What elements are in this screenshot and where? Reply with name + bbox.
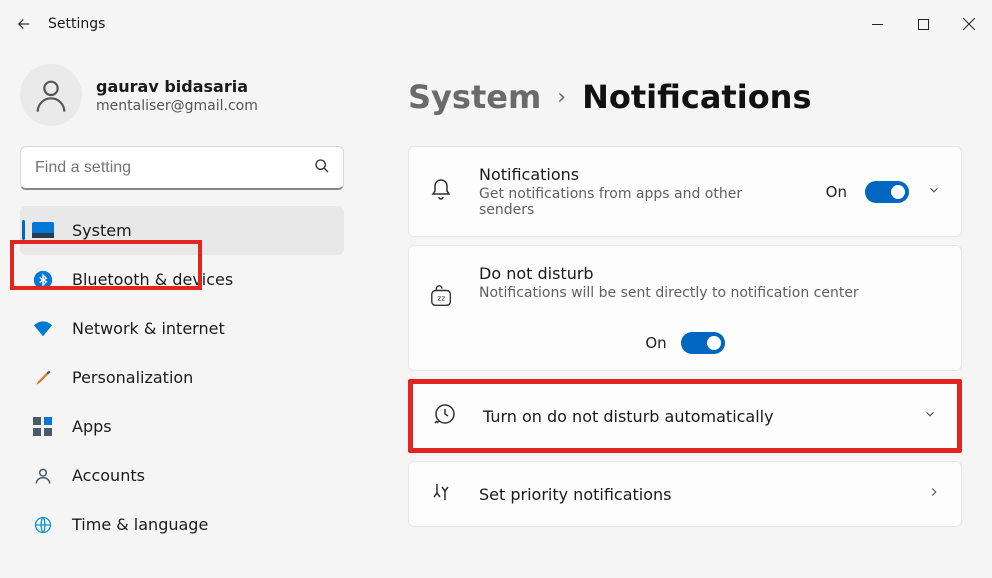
breadcrumb-current: Notifications [582, 78, 811, 116]
card-title: Do not disturb [479, 264, 941, 283]
paintbrush-icon [32, 367, 54, 389]
bell-icon [429, 178, 457, 206]
arrow-left-icon [15, 15, 33, 33]
sidebar-item-label: Apps [72, 417, 112, 436]
sidebar-item-network[interactable]: Network & internet [20, 304, 344, 353]
main-content: System › Notifications Notifications Get… [360, 48, 992, 578]
minimize-icon [872, 19, 883, 30]
close-button[interactable] [946, 8, 992, 40]
svg-text:zz: zz [437, 294, 445, 303]
maximize-button[interactable] [900, 8, 946, 40]
toggle-label: On [826, 183, 847, 201]
settings-card-priority[interactable]: Set priority notifications [408, 461, 962, 527]
notifications-toggle[interactable] [865, 181, 909, 203]
profile-email: mentaliser@gmail.com [96, 98, 258, 114]
globe-icon [32, 514, 54, 536]
breadcrumb: System › Notifications [408, 78, 962, 116]
dnd-toggle[interactable] [681, 332, 725, 354]
sidebar-item-personalization[interactable]: Personalization [20, 353, 344, 402]
chevron-right-icon: › [557, 85, 566, 110]
sidebar-item-label: Time & language [72, 515, 208, 534]
clock-icon [433, 402, 461, 430]
breadcrumb-parent[interactable]: System [408, 78, 541, 116]
apps-icon [32, 416, 54, 438]
profile-name: gaurav bidasaria [96, 77, 258, 96]
sidebar-item-accounts[interactable]: Accounts [20, 451, 344, 500]
chevron-down-icon[interactable] [923, 407, 937, 425]
search-box[interactable] [20, 146, 344, 190]
card-title: Notifications [479, 165, 826, 184]
sidebar-item-label: Bluetooth & devices [72, 270, 233, 289]
search-input[interactable] [20, 146, 344, 190]
card-title: Set priority notifications [479, 485, 927, 504]
sidebar-item-label: Accounts [72, 466, 145, 485]
search-icon [314, 158, 330, 178]
card-title: Turn on do not disturb automatically [483, 407, 923, 426]
maximize-icon [918, 19, 929, 30]
chevron-right-icon[interactable] [927, 485, 941, 503]
dnd-icon: zz [429, 284, 457, 314]
sidebar-item-label: Network & internet [72, 319, 225, 338]
chevron-down-icon[interactable] [927, 183, 941, 201]
close-icon [963, 18, 975, 30]
accounts-icon [32, 465, 54, 487]
settings-card-dnd[interactable]: zz Do not disturb Notifications will be … [408, 245, 962, 371]
sidebar-item-system[interactable]: System [20, 206, 344, 255]
card-subtitle: Get notifications from apps and other se… [479, 186, 779, 218]
priority-icon [429, 480, 457, 508]
settings-card-dnd-auto[interactable]: Turn on do not disturb automatically [408, 379, 962, 453]
sidebar: gaurav bidasaria mentaliser@gmail.com Sy… [0, 48, 360, 578]
bluetooth-icon [32, 269, 54, 291]
wifi-icon [32, 318, 54, 340]
sidebar-item-label: System [72, 221, 132, 240]
avatar [20, 64, 82, 126]
settings-card-notifications[interactable]: Notifications Get notifications from app… [408, 146, 962, 237]
minimize-button[interactable] [854, 8, 900, 40]
person-icon [31, 75, 71, 115]
system-icon [32, 220, 54, 242]
sidebar-item-time-language[interactable]: Time & language [20, 500, 344, 549]
profile-section[interactable]: gaurav bidasaria mentaliser@gmail.com [20, 60, 344, 146]
toggle-label: On [645, 334, 666, 352]
card-subtitle: Notifications will be sent directly to n… [479, 285, 941, 301]
sidebar-item-label: Personalization [72, 368, 193, 387]
app-title: Settings [48, 16, 105, 32]
sidebar-item-apps[interactable]: Apps [20, 402, 344, 451]
back-button[interactable] [0, 0, 48, 48]
nav-list: System Bluetooth & devices Network & int… [20, 206, 344, 549]
sidebar-item-bluetooth[interactable]: Bluetooth & devices [20, 255, 344, 304]
title-bar: Settings [0, 0, 992, 48]
